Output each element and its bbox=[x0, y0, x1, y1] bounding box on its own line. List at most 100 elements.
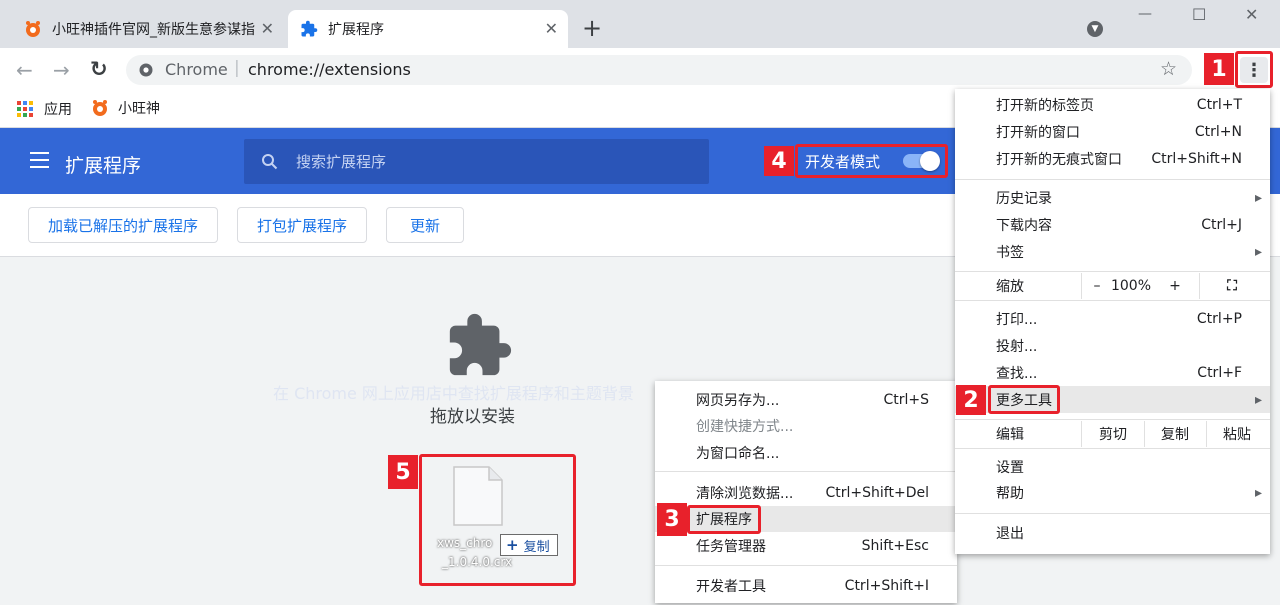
step-highlight-4 bbox=[795, 144, 948, 178]
maximize-button[interactable]: ☐ bbox=[1192, 5, 1206, 24]
menu-divider bbox=[655, 565, 957, 566]
forward-button[interactable]: → bbox=[53, 58, 70, 82]
menu-divider bbox=[955, 419, 1270, 420]
search-icon bbox=[262, 154, 278, 170]
menu-item-label: 历史记录 bbox=[996, 191, 1052, 207]
menu-divider bbox=[955, 179, 1270, 180]
menu-item-new-window[interactable]: 打开新的窗口 Ctrl+N bbox=[955, 119, 1270, 145]
xiaowangshen-icon bbox=[93, 100, 107, 116]
omnibox[interactable]: Chrome | chrome://extensions ☆ bbox=[126, 55, 1192, 85]
menu-item-shortcut: Ctrl+Shift+I bbox=[844, 578, 929, 594]
step-badge-4: 4 bbox=[764, 146, 794, 176]
menu-item-history[interactable]: 历史记录 ▸ bbox=[955, 185, 1270, 211]
menu-item-label: 帮助 bbox=[996, 486, 1024, 502]
step-badge-3: 3 bbox=[657, 503, 687, 536]
menu-divider bbox=[955, 300, 1270, 301]
edit-label: 编辑 bbox=[996, 427, 1024, 443]
copy-button[interactable]: 复制 bbox=[1145, 424, 1205, 444]
plus-icon: + bbox=[506, 536, 519, 554]
submenu-arrow-icon: ▸ bbox=[1254, 190, 1262, 206]
star-icon[interactable]: ☆ bbox=[1160, 58, 1177, 80]
paste-button[interactable]: 粘贴 bbox=[1207, 424, 1267, 444]
menu-item-label: 打开新的无痕式窗口 bbox=[996, 152, 1122, 168]
close-icon[interactable]: ✕ bbox=[545, 19, 558, 38]
menu-divider bbox=[955, 271, 1270, 272]
menu-zoom-row: 缩放 – 100% + ⛶ bbox=[955, 273, 1270, 299]
menu-item-name-window[interactable]: 为窗口命名... bbox=[655, 440, 957, 466]
menu-item-settings[interactable]: 设置 bbox=[955, 454, 1270, 480]
menu-item-label: 退出 bbox=[996, 526, 1024, 542]
step-badge-5: 5 bbox=[388, 455, 418, 489]
edit-divider bbox=[1081, 421, 1082, 447]
step-highlight-3 bbox=[687, 505, 761, 534]
apps-grid-icon bbox=[17, 101, 33, 117]
update-button[interactable]: 更新 bbox=[386, 207, 464, 243]
fullscreen-icon[interactable]: ⛶ bbox=[1217, 278, 1247, 294]
xiaowangshen-icon bbox=[26, 21, 40, 37]
menu-edit-row: 编辑 剪切 复制 粘贴 bbox=[955, 421, 1270, 447]
page-title: 扩展程序 bbox=[65, 155, 142, 177]
file-name-line1: xws_chro bbox=[437, 536, 493, 550]
menu-divider bbox=[955, 448, 1270, 449]
menu-item-label: 开发者工具 bbox=[696, 579, 766, 595]
more-tools-menu: 网页另存为... Ctrl+S 创建快捷方式... 为窗口命名... 清除浏览数… bbox=[655, 381, 957, 603]
menu-item-shortcut: Ctrl+Shift+Del bbox=[825, 485, 929, 501]
menu-item-help[interactable]: 帮助 ▸ bbox=[955, 480, 1270, 506]
menu-item-exit[interactable]: 退出 bbox=[955, 520, 1270, 546]
menu-item-shortcut: Ctrl+S bbox=[883, 392, 929, 408]
submenu-arrow-icon: ▸ bbox=[1254, 485, 1262, 501]
menu-item-save-page[interactable]: 网页另存为... Ctrl+S bbox=[655, 387, 957, 413]
menu-item-label: 创建快捷方式... bbox=[696, 419, 794, 435]
menu-item-shortcut: Ctrl+N bbox=[1194, 124, 1242, 140]
cut-button[interactable]: 剪切 bbox=[1083, 424, 1143, 444]
menu-item-label: 清除浏览数据... bbox=[696, 486, 794, 502]
bookmark-label: 应用 bbox=[44, 102, 72, 118]
profile-dropdown-icon[interactable]: ▼ bbox=[1087, 21, 1103, 37]
menu-item-shortcut: Ctrl+Shift+N bbox=[1151, 151, 1242, 167]
menu-item-developer-tools[interactable]: 开发者工具 Ctrl+Shift+I bbox=[655, 573, 957, 599]
window-close-button[interactable]: ✕ bbox=[1245, 5, 1258, 24]
menu-item-label: 设置 bbox=[996, 460, 1024, 476]
load-unpacked-button[interactable]: 加载已解压的扩展程序 bbox=[28, 207, 218, 243]
zoom-in-button[interactable]: + bbox=[1165, 278, 1185, 294]
back-button[interactable]: ← bbox=[16, 58, 33, 82]
web-store-link[interactable]: 在 Chrome 网上应用店中查找扩展程序和主题背景 bbox=[273, 380, 655, 402]
menu-item-clear-browsing-data[interactable]: 清除浏览数据... Ctrl+Shift+Del bbox=[655, 480, 957, 506]
reload-button[interactable]: ↻ bbox=[90, 57, 108, 81]
url-divider: | bbox=[234, 58, 240, 78]
tab-extensions[interactable]: 扩展程序 ✕ bbox=[288, 10, 568, 48]
zoom-label: 缩放 bbox=[996, 279, 1024, 295]
crx-file-icon[interactable] bbox=[453, 466, 503, 526]
zoom-divider bbox=[1199, 273, 1200, 299]
tab-xiaowangshen[interactable]: 小旺神插件官网_新版生意参谋指 ✕ bbox=[14, 10, 284, 48]
menu-item-new-incognito-window[interactable]: 打开新的无痕式窗口 Ctrl+Shift+N bbox=[955, 146, 1270, 172]
hamburger-menu-icon[interactable] bbox=[30, 152, 49, 168]
copy-tooltip-label: 复制 bbox=[523, 539, 550, 555]
chrome-icon bbox=[139, 63, 153, 77]
bookmark-apps[interactable]: 应用 bbox=[17, 99, 72, 119]
close-icon[interactable]: ✕ bbox=[261, 19, 274, 38]
menu-item-downloads[interactable]: 下载内容 Ctrl+J bbox=[955, 212, 1270, 238]
menu-item-label: 打印... bbox=[996, 312, 1038, 328]
new-tab-button[interactable]: + bbox=[582, 14, 602, 42]
menu-divider bbox=[655, 471, 957, 472]
url-text[interactable]: chrome://extensions bbox=[248, 60, 411, 79]
menu-item-cast[interactable]: 投射... bbox=[955, 333, 1270, 359]
menu-item-task-manager[interactable]: 任务管理器 Shift+Esc bbox=[655, 533, 957, 559]
step-badge-1: 1 bbox=[1204, 53, 1234, 85]
menu-item-shortcut: Ctrl+F bbox=[1197, 365, 1242, 381]
zoom-divider bbox=[1081, 273, 1082, 299]
menu-item-new-tab[interactable]: 打开新的标签页 Ctrl+T bbox=[955, 92, 1270, 118]
menu-item-create-shortcut[interactable]: 创建快捷方式... bbox=[655, 413, 957, 439]
menu-divider bbox=[955, 513, 1270, 514]
minimize-button[interactable]: — bbox=[1138, 6, 1152, 22]
bookmark-xiaowangshen[interactable]: 小旺神 bbox=[91, 98, 160, 118]
menu-item-label: 下载内容 bbox=[996, 218, 1052, 234]
pack-extension-button[interactable]: 打包扩展程序 bbox=[237, 207, 367, 243]
search-extensions-input[interactable]: 搜索扩展程序 bbox=[244, 139, 709, 184]
menu-item-print[interactable]: 打印... Ctrl+P bbox=[955, 306, 1270, 332]
menu-item-bookmarks[interactable]: 书签 ▸ bbox=[955, 239, 1270, 265]
copy-drag-tooltip: + 复制 bbox=[500, 534, 558, 556]
menu-item-find[interactable]: 查找... Ctrl+F bbox=[955, 360, 1270, 386]
menu-item-shortcut: Ctrl+P bbox=[1196, 311, 1242, 327]
